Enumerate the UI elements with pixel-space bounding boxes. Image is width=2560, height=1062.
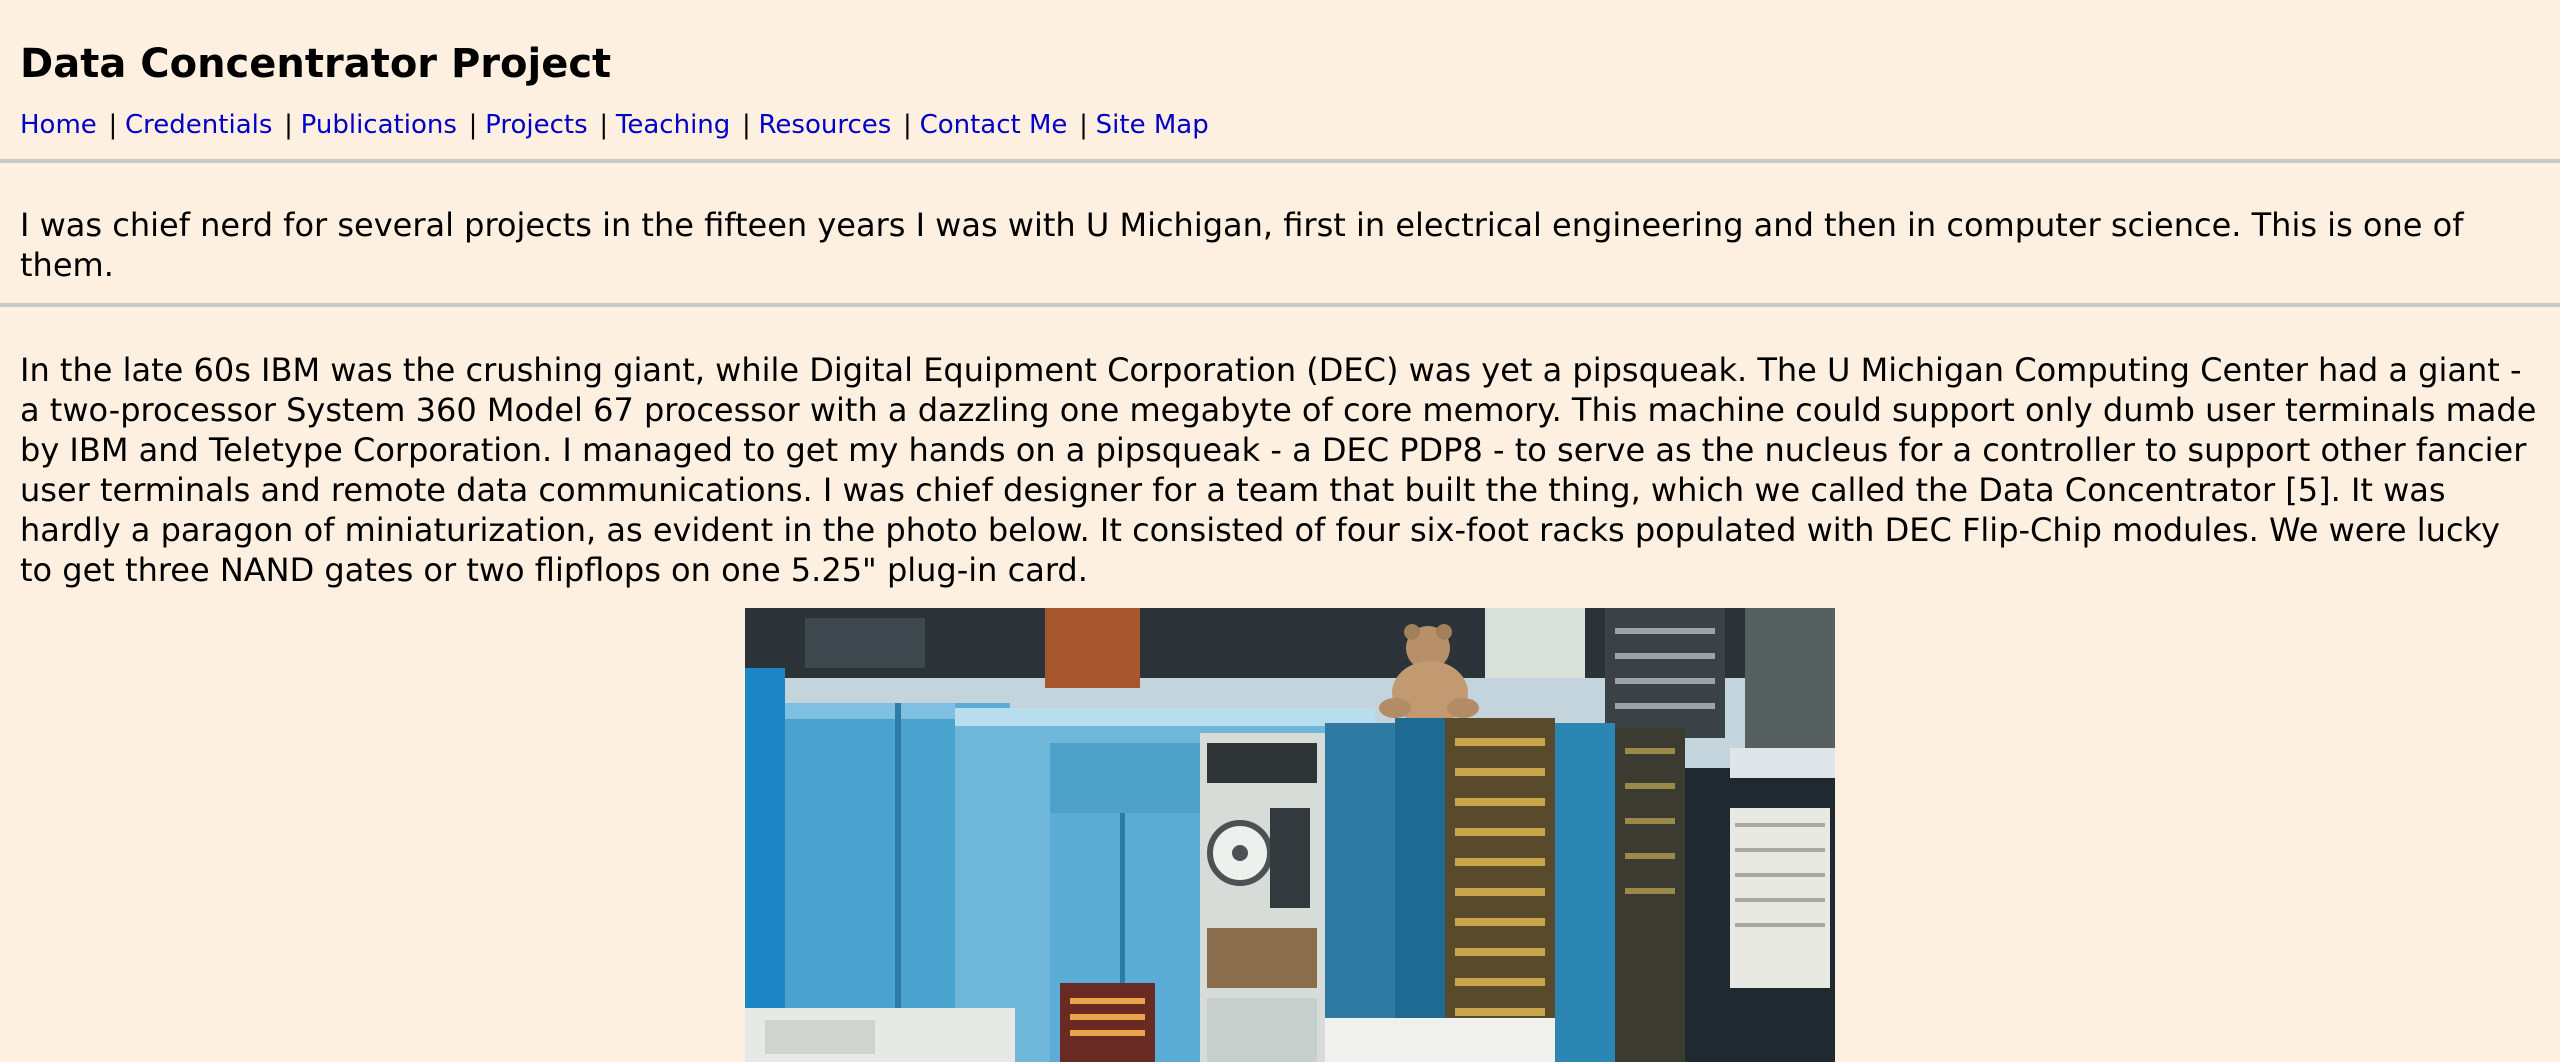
divider (0, 303, 2560, 307)
main-line: In the late 60s IBM was the crushing gia… (20, 351, 2522, 389)
nav-separator: | (468, 110, 478, 140)
nav-bar: Home | Credentials | Publications | Projects | T… (20, 107, 1209, 143)
intro-paragraph: I was chief nerd for several projects in… (20, 205, 2560, 285)
main-line: to get three NAND gates or two flipflops… (20, 551, 1088, 589)
nav-link-publications[interactable]: Publications (301, 110, 457, 140)
main-line: by IBM and Teletype Corporation. I manag… (20, 431, 2527, 469)
nav-link-home[interactable]: Home (20, 110, 97, 140)
nav-separator: | (741, 110, 751, 140)
main-paragraph: In the late 60s IBM was the crushing gia… (20, 350, 2560, 590)
nav-link-projects[interactable]: Projects (485, 110, 588, 140)
nav-separator: | (108, 110, 118, 140)
page-title: Data Concentrator Project (20, 41, 612, 87)
nav-separator: | (1079, 110, 1088, 140)
photo-illustration (745, 608, 1835, 1062)
nav-link-site-map[interactable]: Site Map (1096, 110, 1209, 140)
nav-separator: | (903, 110, 912, 140)
page: Data Concentrator Project Home | Credentia… (0, 0, 2560, 1062)
nav-separator: | (599, 110, 609, 140)
main-line: a two-processor System 360 Model 67 proc… (20, 391, 2537, 429)
data-concentrator-photo (745, 608, 1835, 1062)
intro-line: I was chief nerd for several projects in… (20, 206, 2464, 244)
main-line: user terminals and remote data communica… (20, 471, 2446, 509)
nav-link-credentials[interactable]: Credentials (125, 110, 272, 140)
nav-separator: | (284, 110, 293, 140)
main-line: hardly a paragon of miniaturization, as … (20, 511, 2500, 549)
intro-line: them. (20, 246, 114, 284)
nav-link-contact-me[interactable]: Contact Me (920, 110, 1068, 140)
nav-link-teaching[interactable]: Teaching (616, 110, 730, 140)
nav-link-resources[interactable]: Resources (759, 110, 892, 140)
divider (0, 159, 2560, 163)
